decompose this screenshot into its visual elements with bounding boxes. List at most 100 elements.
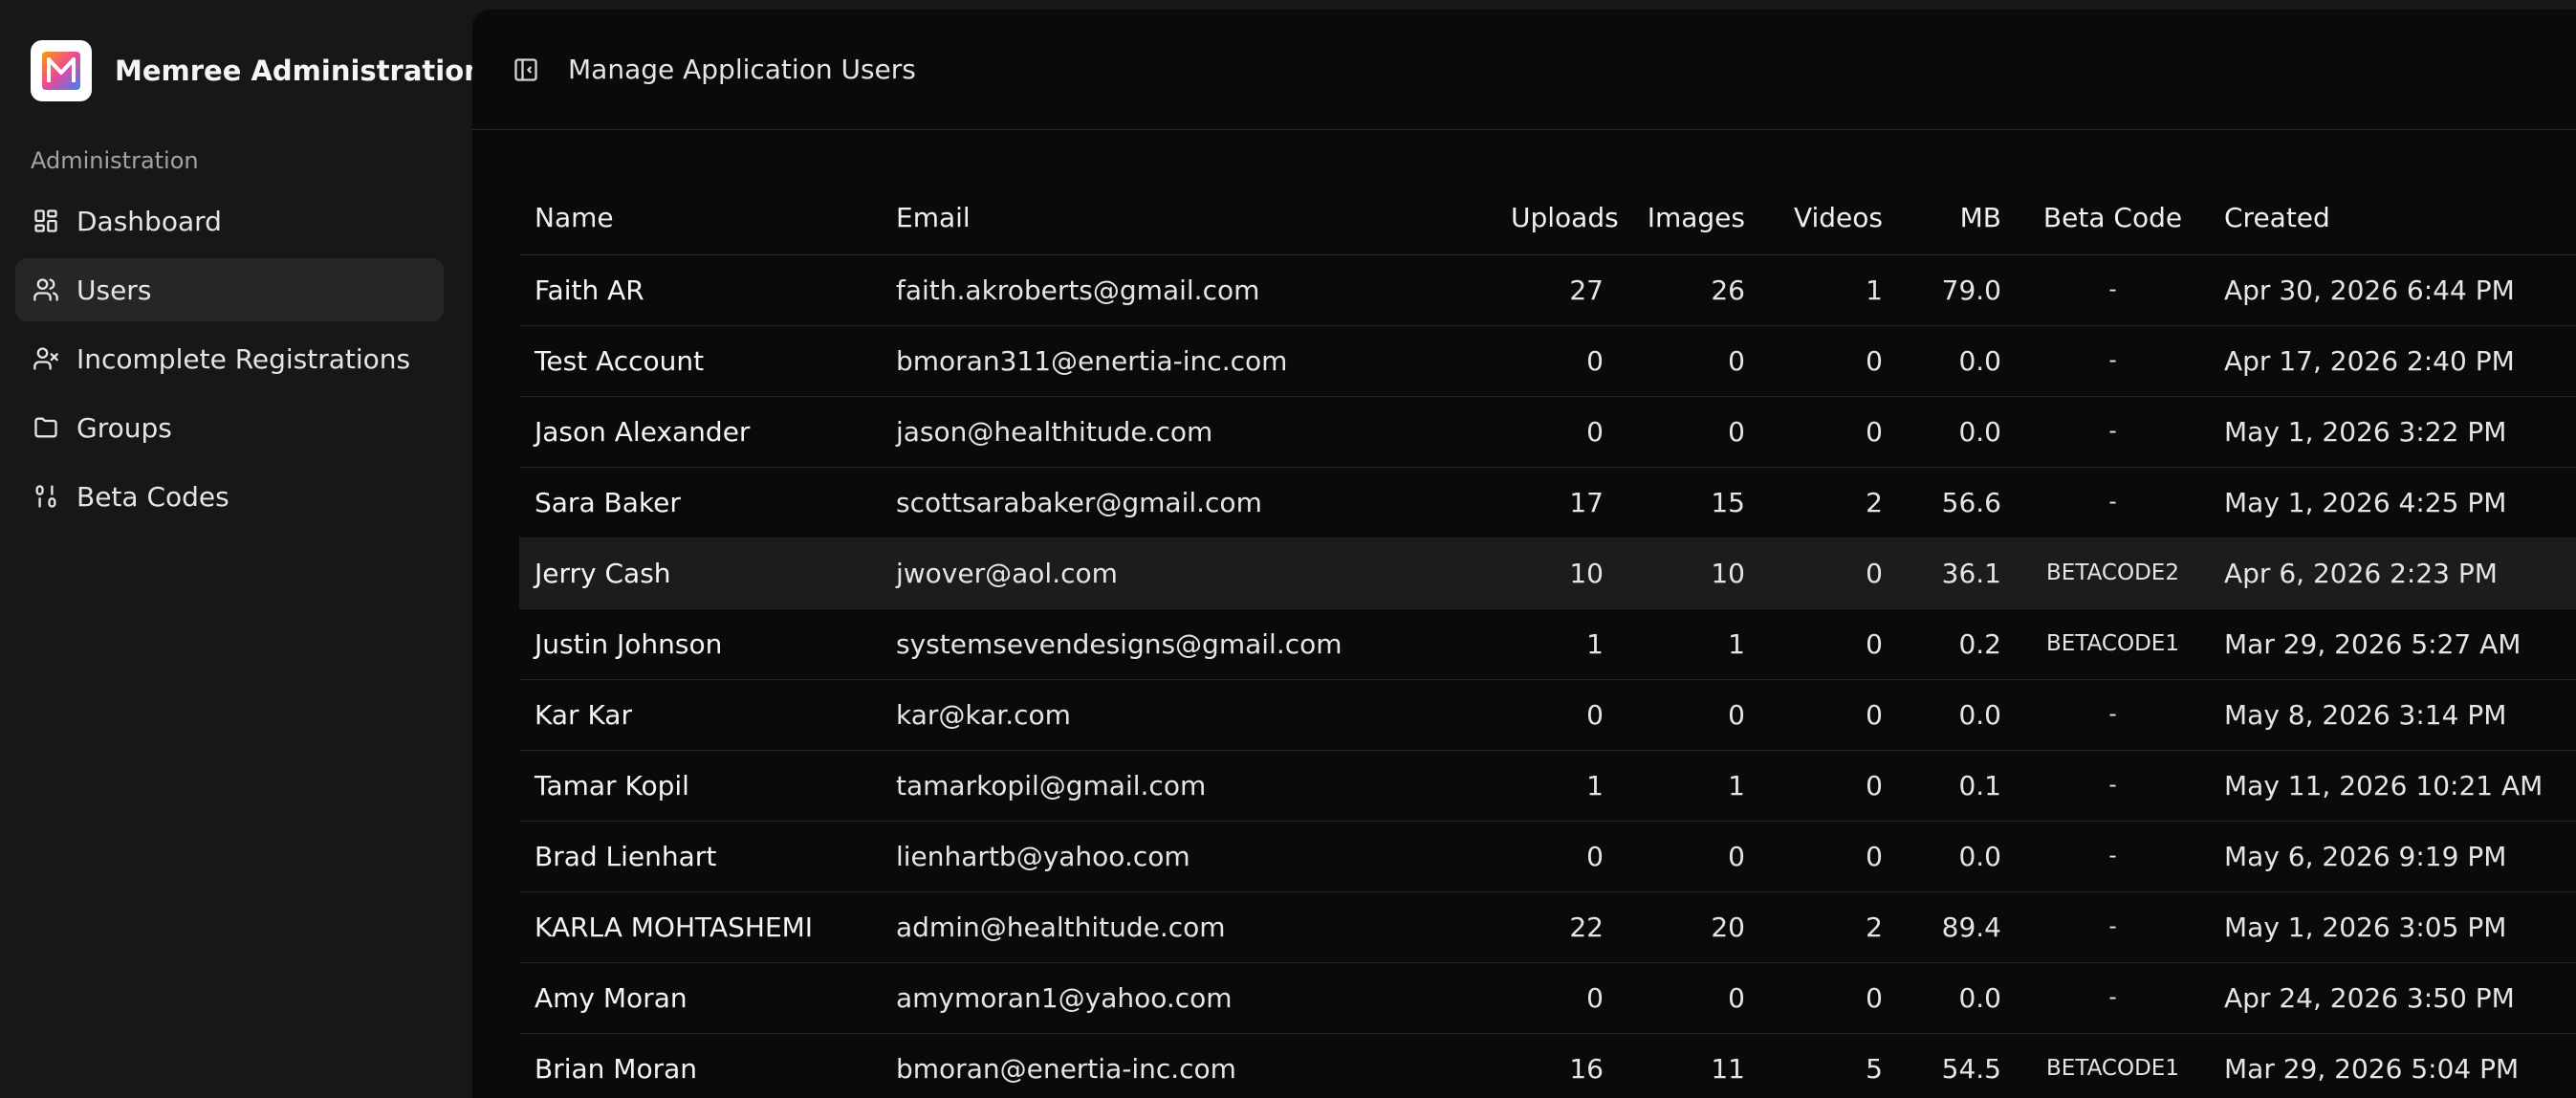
cell-created: May 1, 2026 3:05 PM (2209, 891, 2576, 963)
table-row[interactable]: Test Account bmoran311@enertia-inc.com 0 0 0… (519, 325, 2576, 397)
cell-mb: 0.0 (1898, 821, 2017, 892)
cell-created: Mar 29, 2026 5:27 AM (2209, 608, 2576, 680)
table-header-row: Name Email Uploads Images Videos MB Beta… (519, 182, 2576, 255)
column-header-videos[interactable]: Videos (1760, 182, 1898, 255)
sidebar-nav: Dashboard Users Incomplete Registrations… (15, 189, 444, 534)
sidebar: Memree Administration Administration Das… (0, 0, 484, 1098)
cell-uploads: 1 (1495, 608, 1619, 680)
users-table-container: Name Email Uploads Images Videos MB Beta… (519, 182, 2576, 1098)
cell-beta-code: - (2017, 396, 2209, 468)
cell-uploads: 0 (1495, 679, 1619, 751)
cell-videos: 2 (1760, 891, 1898, 963)
table-row[interactable]: Justin Johnson systemsevendesigns@gmail.c… (519, 608, 2576, 680)
cell-created: May 1, 2026 4:25 PM (2209, 467, 2576, 538)
column-header-images[interactable]: Images (1619, 182, 1760, 255)
cell-videos: 0 (1760, 962, 1898, 1034)
cell-created: Apr 30, 2026 6:44 PM (2209, 254, 2576, 326)
brand[interactable]: Memree Administration (31, 40, 484, 101)
sidebar-item-label: Incomplete Registrations (76, 342, 411, 375)
cell-videos: 0 (1760, 396, 1898, 468)
cell-created: Apr 17, 2026 2:40 PM (2209, 325, 2576, 397)
cell-name: Jerry Cash (519, 538, 881, 609)
sidebar-item-dashboard[interactable]: Dashboard (15, 189, 444, 253)
cell-email: kar@kar.com (881, 679, 1495, 751)
cell-uploads: 0 (1495, 396, 1619, 468)
cell-created: Mar 29, 2026 5:04 PM (2209, 1033, 2576, 1098)
table-row[interactable]: Brad Lienhart lienhartb@yahoo.com 0 0 0 0.0- M… (519, 821, 2576, 892)
cell-images: 0 (1619, 679, 1760, 751)
cell-beta-code: - (2017, 467, 2209, 538)
cell-beta-code: - (2017, 325, 2209, 397)
cell-beta-code: BETACODE1 (2017, 608, 2209, 680)
table-row[interactable]: KARLA MOHTASHEMI admin@healthitude.com 22 2… (519, 891, 2576, 963)
column-header-created[interactable]: Created (2209, 182, 2576, 255)
app-root: Memree Administration Administration Das… (0, 0, 2576, 1098)
table-row[interactable]: Jerry Cash jwover@aol.com 10 10 0 36.1 BETACOD… (519, 538, 2576, 609)
cell-mb: 0.1 (1898, 750, 2017, 822)
table-row[interactable]: Faith AR faith.akroberts@gmail.com 27 26 1 79… (519, 254, 2576, 326)
cell-videos: 1 (1760, 254, 1898, 326)
sidebar-item-incomplete-registrations[interactable]: Incomplete Registrations (15, 327, 444, 390)
sidebar-toggle-button[interactable] (511, 55, 541, 85)
topbar: Manage Application Users (472, 10, 2576, 130)
cell-beta-code: - (2017, 821, 2209, 892)
cell-created: May 1, 2026 3:22 PM (2209, 396, 2576, 468)
cell-videos: 0 (1760, 679, 1898, 751)
cell-uploads: 0 (1495, 962, 1619, 1034)
sidebar-item-beta-codes[interactable]: Beta Codes (15, 465, 444, 528)
cell-email: lienhartb@yahoo.com (881, 821, 1495, 892)
column-header-uploads[interactable]: Uploads (1495, 182, 1619, 255)
cell-uploads: 17 (1495, 467, 1619, 538)
sidebar-item-label: Users (76, 274, 152, 306)
cell-videos: 0 (1760, 538, 1898, 609)
cell-uploads: 16 (1495, 1033, 1619, 1098)
column-header-name[interactable]: Name (519, 182, 881, 255)
table-row[interactable]: Brian Moran bmoran@enertia-inc.com 16 11 5 54… (519, 1033, 2576, 1098)
cell-beta-code: BETACODE2 (2017, 538, 2209, 609)
cell-email: bmoran@enertia-inc.com (881, 1033, 1495, 1098)
cell-beta-code: - (2017, 750, 2209, 822)
cell-name: Amy Moran (519, 962, 881, 1034)
column-header-email[interactable]: Email (881, 182, 1495, 255)
cell-mb: 56.6 (1898, 467, 2017, 538)
users-table: Name Email Uploads Images Videos MB Beta… (519, 182, 2576, 1098)
cell-mb: 0.0 (1898, 396, 2017, 468)
column-header-mb[interactable]: MB (1898, 182, 2017, 255)
table-row[interactable]: Amy Moran amymoran1@yahoo.com 0 0 0 0.0- Apr 2… (519, 962, 2576, 1034)
cell-email: scottsarabaker@gmail.com (881, 467, 1495, 538)
cell-mb: 0.2 (1898, 608, 2017, 680)
cell-created: Apr 24, 2026 3:50 PM (2209, 962, 2576, 1034)
cell-images: 26 (1619, 254, 1760, 326)
table-row[interactable]: Jason Alexander jason@healthitude.com 0 0 0 0… (519, 396, 2576, 468)
cell-images: 0 (1619, 962, 1760, 1034)
cell-beta-code: - (2017, 891, 2209, 963)
cell-name: Brad Lienhart (519, 821, 881, 892)
cell-email: faith.akroberts@gmail.com (881, 254, 1495, 326)
sidebar-item-users[interactable]: Users (15, 258, 444, 321)
table-row[interactable]: Tamar Kopil tamarkopil@gmail.com 1 1 0 0.1- Ma… (519, 750, 2576, 822)
cell-email: admin@healthitude.com (881, 891, 1495, 963)
table-row[interactable]: Kar Kar kar@kar.com 0 0 0 0.0- May 8, 2026 3:1… (519, 679, 2576, 751)
sidebar-item-groups[interactable]: Groups (15, 396, 444, 459)
users-icon (31, 274, 61, 305)
table-body: Faith AR faith.akroberts@gmail.com 27 26 1 79… (519, 254, 2576, 1098)
table-row[interactable]: Sara Baker scottsarabaker@gmail.com 17 15 2 5… (519, 467, 2576, 538)
cell-mb: 0.0 (1898, 962, 2017, 1034)
cell-name: Tamar Kopil (519, 750, 881, 822)
sidebar-item-label: Dashboard (76, 205, 222, 237)
cell-email: jason@healthitude.com (881, 396, 1495, 468)
cell-name: Brian Moran (519, 1033, 881, 1098)
column-header-beta-code[interactable]: Beta Code (2017, 182, 2209, 255)
cell-images: 0 (1619, 396, 1760, 468)
cell-images: 1 (1619, 608, 1760, 680)
cell-email: jwover@aol.com (881, 538, 1495, 609)
cell-name: Sara Baker (519, 467, 881, 538)
cell-images: 0 (1619, 325, 1760, 397)
user-x-icon (31, 343, 61, 374)
cell-beta-code: BETACODE1 (2017, 1033, 2209, 1098)
app-title: Memree Administration (115, 55, 484, 87)
cell-email: amymoran1@yahoo.com (881, 962, 1495, 1034)
cell-email: systemsevendesigns@gmail.com (881, 608, 1495, 680)
cell-mb: 0.0 (1898, 679, 2017, 751)
cell-beta-code: - (2017, 962, 2209, 1034)
